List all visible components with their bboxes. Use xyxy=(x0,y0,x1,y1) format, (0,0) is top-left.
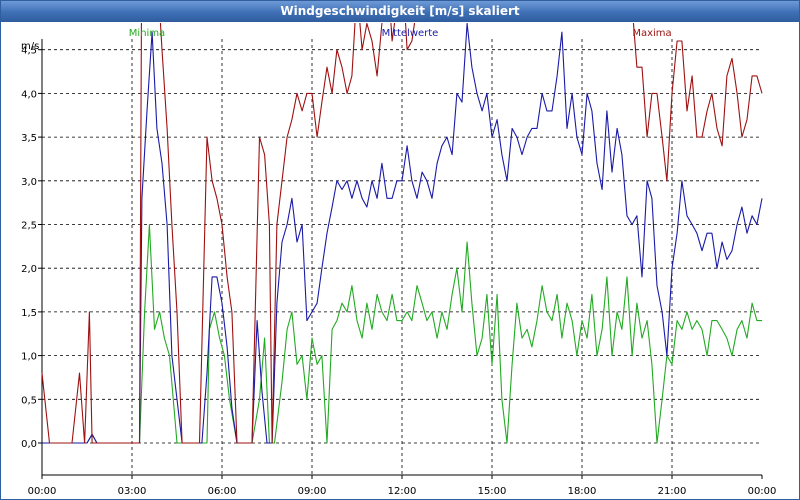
x-tick-time: 15:00 xyxy=(478,486,507,497)
window-title-bar: Windgeschwindigkeit [m/s] skaliert xyxy=(1,1,799,22)
chart-window: Windgeschwindigkeit [m/s] skaliert m/s 0,… xyxy=(0,0,800,500)
x-tick-time: 09:00 xyxy=(298,486,327,497)
x-tick-time: 03:00 xyxy=(118,486,147,497)
x-tick-time: 12:00 xyxy=(388,486,417,497)
y-tick-label: 2,5 xyxy=(21,221,37,232)
y-tick-label: 3,0 xyxy=(21,177,37,188)
legend-entry-maxima: Maxima xyxy=(632,28,671,39)
wind-speed-chart: m/s0,00,51,01,52,02,53,03,54,04,55,05,56… xyxy=(21,23,777,497)
y-tick-label: 0,5 xyxy=(21,395,37,406)
y-tick-label: 1,0 xyxy=(21,352,37,363)
y-tick-label: 2,0 xyxy=(21,264,37,275)
legend-entry-mittelwerte: Mittelwerte xyxy=(382,28,439,39)
window-title: Windgeschwindigkeit [m/s] skaliert xyxy=(280,4,520,18)
y-tick-label: 1,5 xyxy=(21,308,37,319)
y-tick-label: 3,5 xyxy=(21,133,37,144)
y-tick-label: 4,0 xyxy=(21,89,37,100)
x-tick-time: 18:00 xyxy=(568,486,597,497)
x-tick-time: 06:00 xyxy=(208,486,237,497)
legend-entry-minima: Minima xyxy=(129,28,165,39)
y-tick-label: 4,5 xyxy=(21,46,37,57)
x-tick-time: 21:00 xyxy=(658,486,687,497)
x-tick-time: 00:00 xyxy=(748,486,777,497)
x-tick-time: 00:00 xyxy=(28,486,57,497)
y-tick-label: 0,0 xyxy=(21,439,37,450)
